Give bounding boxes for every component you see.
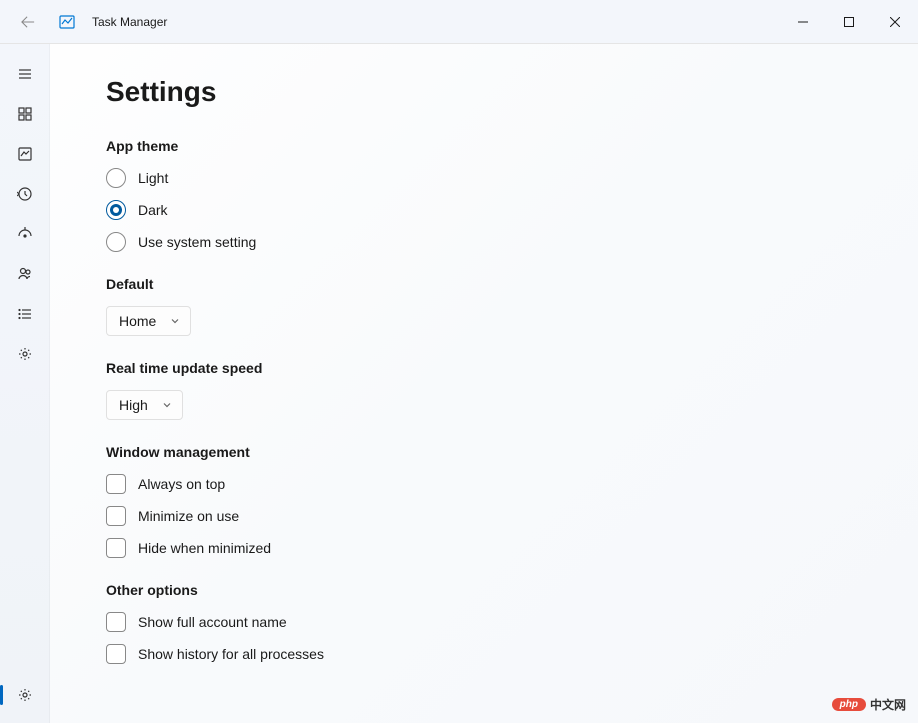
sidebar-processes[interactable] [0, 94, 50, 134]
maximize-button[interactable] [826, 0, 872, 44]
other-section-label: Other options [106, 582, 918, 598]
radio-icon [106, 232, 126, 252]
minimize-button[interactable] [780, 0, 826, 44]
checkbox-label: Show full account name [138, 614, 287, 630]
chevron-down-icon [162, 397, 172, 413]
watermark-text: 中文网 [870, 696, 906, 713]
radio-icon [106, 200, 126, 220]
checkbox-icon [106, 612, 126, 632]
watermark: php 中文网 [832, 696, 906, 713]
default-section-label: Default [106, 276, 918, 292]
check-full-account-name[interactable]: Show full account name [106, 612, 918, 632]
checkbox-label: Show history for all processes [138, 646, 324, 662]
checkbox-label: Minimize on use [138, 508, 239, 524]
update-speed-dropdown[interactable]: High [106, 390, 183, 420]
check-always-on-top[interactable]: Always on top [106, 474, 918, 494]
checkbox-icon [106, 644, 126, 664]
theme-section-label: App theme [106, 138, 918, 154]
theme-option-system[interactable]: Use system setting [106, 232, 918, 252]
chevron-down-icon [170, 313, 180, 329]
close-button[interactable] [872, 0, 918, 44]
sidebar-services[interactable] [0, 334, 50, 374]
theme-option-dark[interactable]: Dark [106, 200, 918, 220]
default-page-dropdown[interactable]: Home [106, 306, 191, 336]
checkbox-icon [106, 538, 126, 558]
sidebar-users[interactable] [0, 254, 50, 294]
checkbox-icon [106, 506, 126, 526]
hamburger-button[interactable] [0, 54, 50, 94]
page-title: Settings [106, 76, 918, 108]
check-hide-when-minimized[interactable]: Hide when minimized [106, 538, 918, 558]
sidebar [0, 44, 50, 723]
radio-label: Dark [138, 202, 168, 218]
radio-icon [106, 168, 126, 188]
sidebar-details[interactable] [0, 294, 50, 334]
app-title: Task Manager [92, 15, 167, 29]
watermark-badge: php [832, 698, 866, 711]
check-show-history[interactable]: Show history for all processes [106, 644, 918, 664]
content-area: Settings App theme Light Dark Use system… [50, 44, 918, 723]
radio-label: Use system setting [138, 234, 256, 250]
titlebar: Task Manager [0, 0, 918, 44]
dropdown-value: Home [119, 313, 156, 329]
back-button[interactable] [18, 12, 38, 32]
sidebar-settings[interactable] [0, 675, 50, 715]
sidebar-startup-apps[interactable] [0, 214, 50, 254]
dropdown-value: High [119, 397, 148, 413]
checkbox-icon [106, 474, 126, 494]
update-speed-section-label: Real time update speed [106, 360, 918, 376]
sidebar-performance[interactable] [0, 134, 50, 174]
app-icon [58, 13, 76, 31]
checkbox-label: Always on top [138, 476, 225, 492]
checkbox-label: Hide when minimized [138, 540, 271, 556]
window-mgmt-section-label: Window management [106, 444, 918, 460]
sidebar-app-history[interactable] [0, 174, 50, 214]
check-minimize-on-use[interactable]: Minimize on use [106, 506, 918, 526]
theme-option-light[interactable]: Light [106, 168, 918, 188]
radio-label: Light [138, 170, 168, 186]
